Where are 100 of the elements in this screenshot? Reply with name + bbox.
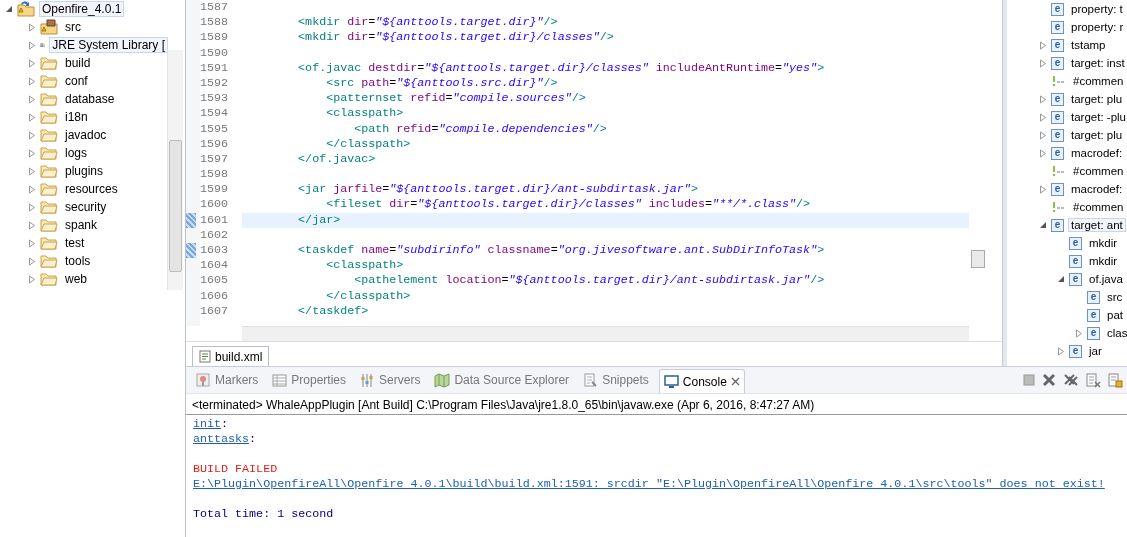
- collapsed-arrow-icon[interactable]: [1075, 328, 1083, 338]
- element-icon: e: [1051, 92, 1064, 106]
- remove-all-icon[interactable]: [1063, 373, 1079, 387]
- tree-item[interactable]: tools: [62, 253, 94, 269]
- collapsed-arrow-icon[interactable]: [28, 94, 36, 104]
- folder-icon: [40, 254, 58, 268]
- outline-item[interactable]: src: [1104, 290, 1126, 304]
- tree-item[interactable]: security: [62, 199, 110, 215]
- outline-item[interactable]: target: inst: [1068, 56, 1127, 70]
- expanded-arrow-icon[interactable]: [1039, 221, 1047, 229]
- tree-item[interactable]: src: [62, 19, 84, 35]
- scrollbar[interactable]: [167, 50, 183, 290]
- outline-item[interactable]: property: r: [1068, 20, 1127, 34]
- element-icon: e: [1051, 38, 1064, 52]
- outline-item[interactable]: property: t: [1068, 2, 1126, 16]
- line-number: 1595: [200, 121, 230, 137]
- view-tab[interactable]: Snippets: [579, 369, 653, 391]
- tree-item[interactable]: javadoc: [62, 127, 110, 143]
- view-tab[interactable]: Properties: [268, 369, 351, 391]
- line-number: 1592: [200, 75, 230, 92]
- tree-item[interactable]: web: [62, 271, 90, 287]
- folder-icon: [40, 218, 58, 232]
- remove-icon[interactable]: [1042, 373, 1056, 387]
- outline-item[interactable]: #commen: [1070, 200, 1127, 214]
- collapsed-arrow-icon[interactable]: [28, 256, 36, 266]
- outline-item[interactable]: #commen: [1070, 74, 1127, 88]
- outline-item[interactable]: pat: [1104, 308, 1126, 322]
- outline-item[interactable]: target: ant: [1068, 218, 1126, 232]
- outline-item[interactable]: mkdir: [1086, 236, 1121, 250]
- console-link[interactable]: anttasks: [193, 432, 250, 447]
- view-tab[interactable]: Markers: [192, 369, 263, 391]
- expanded-arrow-icon[interactable]: [5, 5, 13, 13]
- collapsed-arrow-icon[interactable]: [28, 58, 36, 68]
- collapsed-arrow-icon[interactable]: [1039, 94, 1047, 104]
- collapsed-arrow-icon[interactable]: [1039, 148, 1047, 158]
- folder-icon: [40, 74, 58, 88]
- collapsed-arrow-icon[interactable]: [1039, 40, 1047, 50]
- collapsed-arrow-icon[interactable]: [28, 274, 36, 284]
- element-icon: e: [1069, 236, 1082, 250]
- tree-item[interactable]: Openfire_4.0.1: [39, 1, 125, 17]
- tree-item[interactable]: build: [62, 55, 94, 71]
- expanded-arrow-icon[interactable]: [1057, 275, 1065, 283]
- outline-item[interactable]: of.java: [1086, 272, 1126, 286]
- outline-item[interactable]: mkdir: [1086, 254, 1121, 268]
- outline-item[interactable]: target: plu: [1068, 128, 1126, 142]
- element-icon: e: [1087, 290, 1100, 304]
- line-number: 1596: [200, 136, 230, 152]
- collapsed-arrow-icon[interactable]: [1039, 130, 1047, 140]
- outline-item[interactable]: target: -plu: [1068, 110, 1127, 124]
- editor-tab[interactable]: build.xml: [192, 346, 270, 366]
- tree-item[interactable]: plugins: [62, 163, 107, 179]
- console-link[interactable]: E:\Plugin\OpenfireAll\Openfire 4.0.1\build\build.xml:1591: srcdir "E:\Plugin\OpenfireAll\Openfire 4.0.1\src\tools" does not exist!: [193, 477, 1105, 492]
- tree-item[interactable]: spank: [62, 217, 101, 233]
- collapsed-arrow-icon[interactable]: [1057, 346, 1065, 356]
- tree-item[interactable]: database: [62, 91, 118, 107]
- lock-icon[interactable]: [1108, 372, 1123, 388]
- collapsed-arrow-icon[interactable]: [28, 202, 36, 212]
- collapsed-arrow-icon[interactable]: [28, 166, 36, 176]
- outline-item[interactable]: clas: [1104, 326, 1127, 340]
- console-text: BUILD FAILED: [193, 462, 278, 477]
- outline-item[interactable]: tstamp: [1068, 38, 1109, 52]
- collapsed-arrow-icon[interactable]: [1039, 112, 1047, 122]
- tree-item[interactable]: logs: [62, 145, 90, 161]
- element-icon: e: [1051, 2, 1064, 16]
- code-line: <of.javac destdir="${anttools.target.dir}/classes" includeAntRuntime="yes">: [297, 60, 826, 76]
- collapsed-arrow-icon[interactable]: [1039, 58, 1047, 68]
- close-icon[interactable]: [730, 377, 740, 386]
- outline-item[interactable]: #commen: [1070, 164, 1127, 178]
- collapsed-arrow-icon[interactable]: [28, 40, 36, 50]
- line-number: 1590: [200, 45, 230, 61]
- outline-item[interactable]: macrodef:: [1068, 146, 1126, 160]
- line-number: 1588: [200, 15, 230, 31]
- view-tab[interactable]: Data Source Explorer: [430, 369, 574, 391]
- tree-item[interactable]: i18n: [62, 109, 91, 125]
- collapsed-arrow-icon[interactable]: [28, 220, 36, 230]
- tree-item[interactable]: test: [62, 235, 88, 251]
- collapsed-arrow-icon[interactable]: [28, 148, 36, 158]
- outline-item[interactable]: macrodef:: [1068, 182, 1126, 196]
- tree-item[interactable]: resources: [62, 181, 121, 197]
- collapsed-arrow-icon[interactable]: [28, 238, 36, 248]
- clear-console-icon[interactable]: [1086, 372, 1101, 388]
- element-icon: e: [1069, 344, 1082, 358]
- tree-item[interactable]: conf: [62, 73, 91, 89]
- console-header: <terminated> WhaleAppPlugin [Ant Build] C:\Program Files\Java\jre1.8.0_65\bin\javaw.exe (Apr 6, 2016, 8:47:27 AM): [186, 394, 1127, 415]
- collapsed-arrow-icon[interactable]: [28, 130, 36, 140]
- stop-icon[interactable]: [1023, 374, 1035, 386]
- outline-item[interactable]: target: plu: [1068, 92, 1126, 106]
- collapsed-arrow-icon[interactable]: [28, 112, 36, 122]
- horizontal-scrollbar[interactable]: [242, 326, 969, 341]
- view-tab[interactable]: Servers: [356, 369, 425, 391]
- console-link[interactable]: init: [193, 417, 222, 432]
- outline-item[interactable]: jar: [1086, 344, 1105, 358]
- collapsed-arrow-icon[interactable]: [28, 22, 36, 32]
- tree-item[interactable]: JRE System Library [: [49, 37, 168, 53]
- line-number: 1589: [200, 30, 230, 46]
- collapsed-arrow-icon[interactable]: [28, 184, 36, 194]
- collapsed-arrow-icon[interactable]: [28, 76, 36, 86]
- collapsed-arrow-icon[interactable]: [1039, 184, 1047, 194]
- view-tab[interactable]: Console: [658, 369, 745, 393]
- line-number: 1602: [200, 227, 230, 243]
